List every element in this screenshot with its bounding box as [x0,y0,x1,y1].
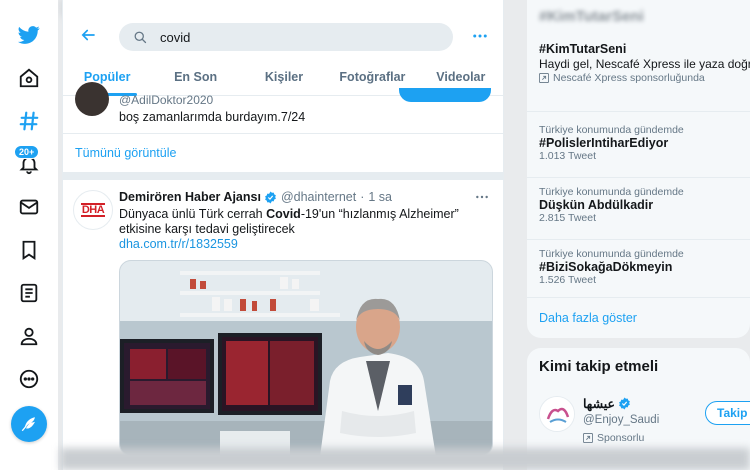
promoted-icon [583,433,593,443]
tab-en-son[interactable]: En Son [151,58,239,95]
main-column: Popüler En Son Kişiler Fotoğraflar Video… [62,0,504,470]
blurred-bottom-bar [60,448,750,470]
user-bio: boş zamanlarımda burdayım.7/24 [119,110,306,124]
tweet-author-name[interactable]: Demirören Haber Ajansı [119,190,261,204]
trend-tweet-count: 1.526 Tweet [539,274,597,286]
trend-name: Düşkün Abdülkadir [539,198,654,212]
tweet-link[interactable]: dha.com.tr/r/1832559 [119,237,238,251]
search-bar[interactable] [119,23,453,51]
follow-button-partial[interactable] [399,88,491,102]
compose-feather-icon [21,417,35,432]
suggested-user-name-text: عيشها [583,397,615,411]
previous-user-card[interactable]: @AdilDoktor2020 boş zamanlarımda burdayı… [63,82,503,134]
follow-button[interactable]: Takip et [705,401,750,425]
tweet-photo[interactable] [119,260,493,456]
avatar[interactable]: DHA [73,190,113,230]
trend-context: Türkiye konumunda gündemde [539,124,684,136]
verified-badge-icon [265,191,276,203]
tweet-text-highlight: Covid [266,207,301,221]
trend-item[interactable]: Türkiye konumunda gündemde #BiziSokağaDö… [527,246,750,298]
search-icon [134,31,147,43]
who-to-follow-title: Kimi takip etmeli [539,358,659,375]
lab-photo-illustration [120,261,492,455]
trend-tweet-count: 2.815 Tweet [539,212,597,224]
tweet-meta-separator: · [360,190,365,204]
trend-name: #KimTutarSeni [539,42,627,56]
trends-title-blurred: #KimTutarSeni [539,8,644,25]
enjoy-saudi-logo [540,397,574,431]
trend-context: Türkiye konumunda gündemde [539,186,684,198]
promoted-icon [539,73,549,83]
trend-name: #BiziSokağaDökmeyin [539,260,673,274]
explore-hashtag-icon[interactable] [10,102,48,140]
bookmarks-icon[interactable] [10,231,48,269]
user-handle: @AdilDoktor2020 [119,93,214,107]
back-button[interactable] [75,22,101,48]
trend-name: #PolislerIntiharEdiyor [539,136,669,150]
verified-badge-icon [619,397,630,410]
trend-item[interactable]: Türkiye konumunda gündemde Düşkün Abdülk… [527,184,750,240]
trend-item[interactable]: Türkiye konumunda gündemde #PolislerInti… [527,122,750,178]
search-input[interactable] [160,29,420,45]
show-all-link[interactable]: Tümünü görüntüle [63,134,503,180]
tweet-more-button[interactable] [473,190,491,204]
tab-populer[interactable]: Popüler [63,58,151,96]
twitter-logo-icon[interactable] [10,16,48,54]
left-nav: 20+ [0,0,58,470]
profile-icon[interactable] [10,317,48,355]
notifications-bell-icon[interactable]: 20+ [10,145,48,183]
promoted-label: Sponsorlu [597,432,645,444]
right-sidebar: #KimTutarSeni #KimTutarSeni Haydi gel, N… [527,0,750,470]
search-more-options-button[interactable] [469,25,491,47]
trend-tweet-count: 1.013 Tweet [539,150,597,162]
more-horizontal-icon [473,34,487,38]
more-horizontal-icon [476,195,488,199]
suggested-user-name[interactable]: عيشها [583,396,631,411]
avatar[interactable] [75,82,109,116]
tweet-timestamp[interactable]: 1 sa [368,190,392,204]
search-header [63,14,503,58]
suggested-user-handle: @Enjoy_Saudi [583,414,660,426]
trend-item-promoted[interactable]: #KimTutarSeni Haydi gel, Nescafé Xpress … [527,42,750,112]
trends-panel: #KimTutarSeni #KimTutarSeni Haydi gel, N… [527,0,750,338]
promoted-label: Nescafé Xpress sponsorluğunda [553,72,705,84]
tab-kisiler[interactable]: Kişiler [240,58,328,95]
messages-envelope-icon[interactable] [10,188,48,226]
tweet-author-handle[interactable]: @dhainternet [281,190,356,204]
home-icon[interactable] [10,59,48,97]
tweet-text-part: Dünyaca ünlü Türk cerrah [119,207,267,221]
trend-context: Türkiye konumunda gündemde [539,248,684,260]
promoted-line: Nescafé Xpress sponsorluğunda [539,72,738,84]
compose-tweet-button[interactable] [11,406,47,442]
notifications-badge: 20+ [14,145,40,159]
tweet-header: Demirören Haber Ajansı @dhainternet · 1 … [119,190,392,204]
more-circle-icon[interactable] [10,360,48,398]
tweet[interactable]: DHA Demirören Haber Ajansı @dhainternet … [63,180,503,470]
follow-button-label: Takip et [717,406,750,420]
avatar[interactable] [539,396,575,432]
lists-icon[interactable] [10,274,48,312]
promoted-line: Sponsorlu [583,432,644,444]
show-more-link[interactable]: Daha fazla göster [539,311,637,325]
dha-logo: DHA [80,203,106,217]
trend-description: Haydi gel, Nescafé Xpress ile yaza doğru… [539,57,750,71]
back-arrow-icon [81,29,95,41]
tweet-text: Dünyaca ünlü Türk cerrah Covid-19'un “hı… [119,207,489,237]
